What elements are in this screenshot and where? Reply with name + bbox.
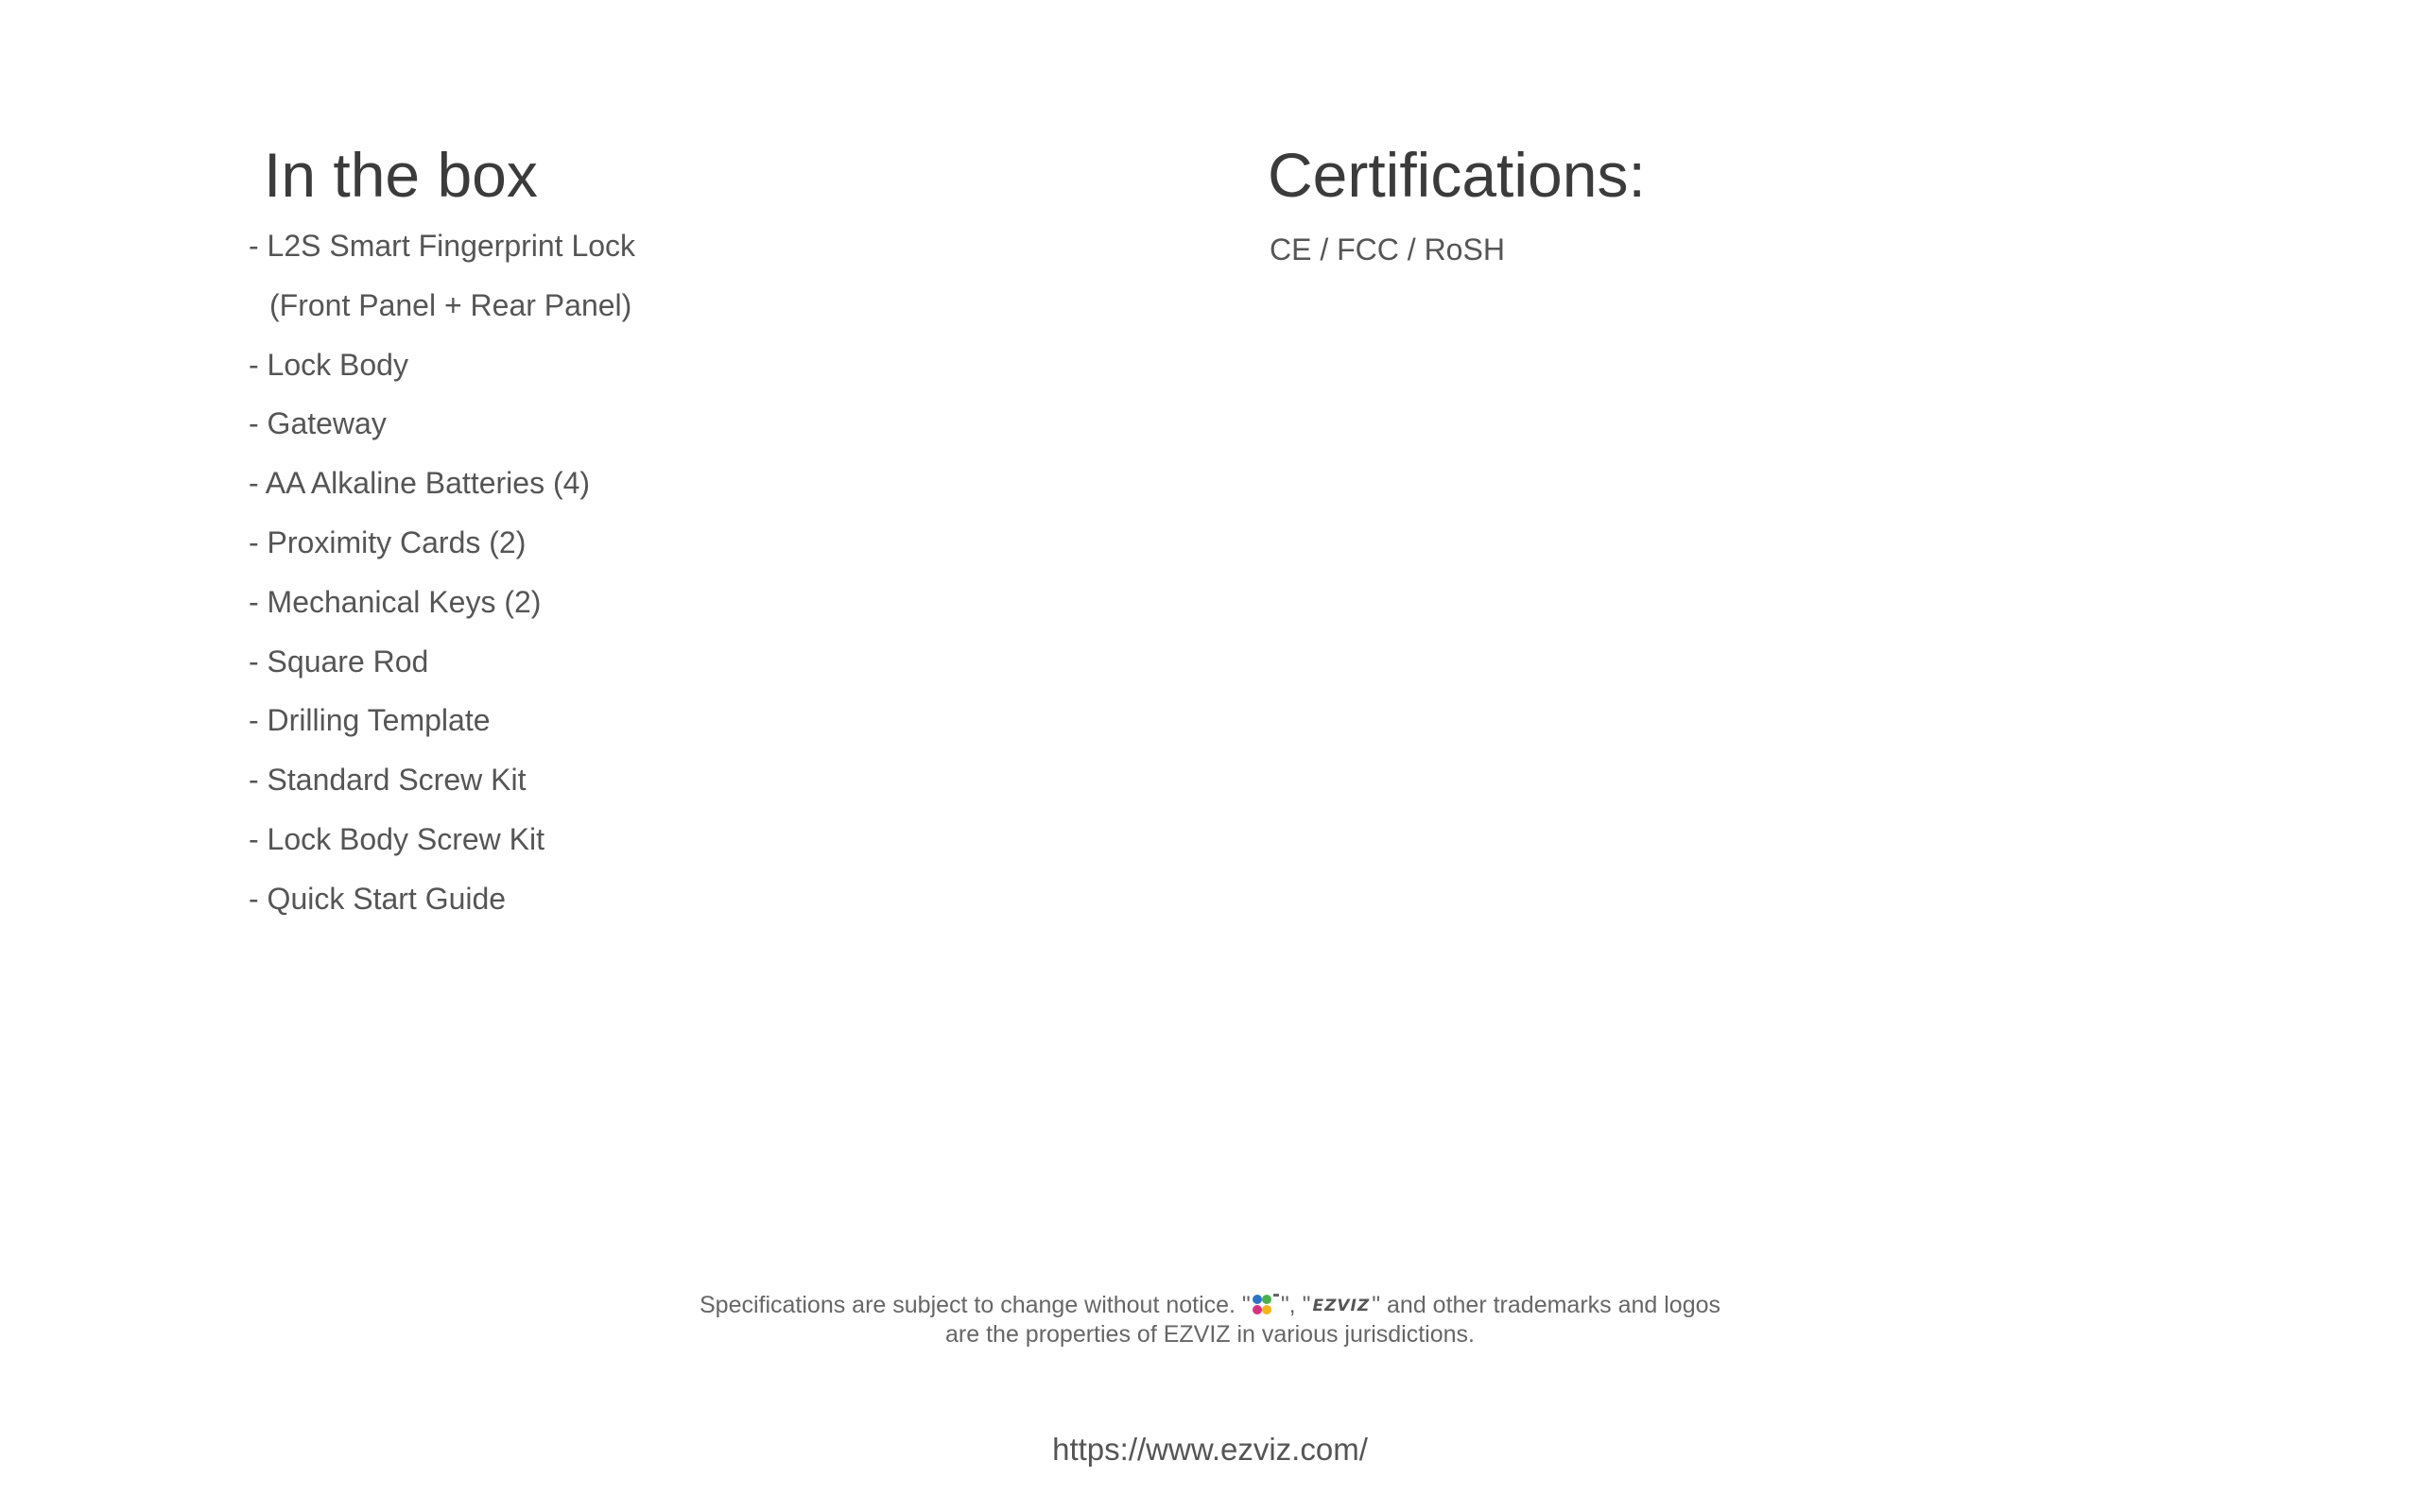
- trademark-notice: Specifications are subject to change wit…: [0, 1291, 2420, 1349]
- notice-text-end: " and other trademarks and logos: [1372, 1292, 1721, 1318]
- ezviz-wordmark-logo: EZVIZ: [1312, 1297, 1371, 1315]
- list-item: - Quick Start Guide: [249, 881, 507, 916]
- in-the-box-list: - L2S Smart Fingerprint Lock (Front Pane…: [249, 227, 635, 939]
- list-item: - Mechanical Keys (2): [249, 584, 542, 619]
- trademark-notice-line-1: Specifications are subject to change wit…: [0, 1291, 2420, 1320]
- website-link[interactable]: https://www.ezviz.com/: [0, 1431, 2420, 1469]
- notice-text-mid: ", ": [1280, 1292, 1311, 1318]
- ezviz-logo-icon: [1252, 1294, 1279, 1316]
- trademark-notice-line-2: are the properties of EZVIZ in various j…: [945, 1321, 1475, 1348]
- certifications-heading: Certifications:: [1268, 140, 1646, 210]
- list-item: - Drilling Template: [249, 703, 491, 738]
- list-item: - AA Alkaline Batteries (4): [249, 466, 591, 501]
- in-the-box-heading: In the box: [264, 140, 538, 210]
- list-item: - Proximity Cards (2): [249, 524, 527, 559]
- list-item: - Lock Body: [249, 347, 408, 382]
- list-item: - L2S Smart Fingerprint Lock: [249, 229, 636, 263]
- spec-sheet-page: In the box - L2S Smart Fingerprint Lock …: [0, 0, 2420, 1512]
- notice-text-start: Specifications are subject to change wit…: [699, 1292, 1251, 1318]
- list-item: - Gateway: [249, 406, 387, 441]
- certifications-text: CE / FCC / RoSH: [1270, 232, 1505, 266]
- list-item: - Lock Body Screw Kit: [249, 821, 544, 856]
- list-item-continuation: (Front Panel + Rear Panel): [269, 287, 632, 322]
- list-item: - Standard Screw Kit: [249, 763, 527, 798]
- list-item: - Square Rod: [249, 644, 429, 679]
